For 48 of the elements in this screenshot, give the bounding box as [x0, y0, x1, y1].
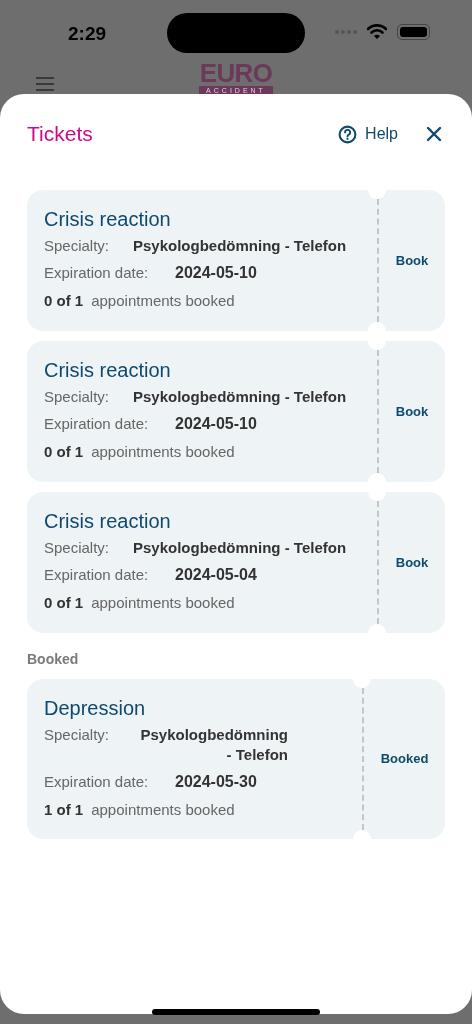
field-value: 2024-05-10: [175, 263, 257, 283]
battery-icon: [397, 24, 430, 40]
field-label: Expiration date:: [44, 263, 150, 283]
field-value: Psykologbedömning - Telefon: [133, 236, 347, 256]
ticket-title: Crisis reaction: [44, 358, 172, 383]
field-value: 2024-05-30: [175, 772, 257, 792]
booked-status: Booked: [380, 750, 429, 769]
field-value: 2024-05-10: [175, 414, 257, 434]
booked-count: 0 of 1: [44, 291, 84, 311]
close-button[interactable]: [426, 126, 442, 142]
booked-count: 0 of 1: [44, 593, 84, 613]
ticket-title: Crisis reaction: [44, 509, 172, 534]
status-time: 2:29: [68, 22, 107, 46]
field-label: Specialty:: [44, 387, 111, 407]
help-button[interactable]: Help: [338, 122, 398, 146]
card-notch: [353, 830, 371, 839]
book-button[interactable]: Book: [395, 401, 429, 422]
field-value: Psykologbedömning - Telefon: [133, 538, 347, 558]
field-label: appointments booked: [91, 800, 235, 820]
field-label: Expiration date:: [44, 565, 150, 585]
card-notch: [368, 190, 386, 199]
field-label: appointments booked: [91, 291, 235, 311]
field-label: Expiration date:: [44, 414, 150, 434]
help-icon: [338, 124, 358, 144]
field-label: Specialty:: [44, 725, 111, 745]
section-heading: Booked: [27, 650, 80, 669]
field-label: appointments booked: [91, 593, 235, 613]
field-label: Specialty:: [44, 236, 111, 256]
booked-count: 1 of 1: [44, 800, 84, 820]
card-notch: [368, 341, 386, 350]
ticket-title: Crisis reaction: [44, 207, 172, 232]
field-value: 2024-05-04: [175, 565, 257, 585]
card-notch: [368, 624, 386, 633]
sheet-title: Tickets: [27, 121, 94, 148]
wifi-icon: [367, 24, 387, 39]
booked-count: 0 of 1: [44, 442, 84, 462]
book-button[interactable]: Book: [395, 250, 429, 271]
card-notch: [368, 322, 386, 331]
field-value: Psykologbedömning - Telefon: [133, 387, 347, 407]
card-notch: [368, 492, 386, 501]
card-notch: [368, 473, 386, 482]
card-notch: [353, 679, 371, 688]
field-value: Psykologbedömning - Telefon: [139, 725, 288, 765]
field-label: appointments booked: [91, 442, 235, 462]
field-label: Specialty:: [44, 538, 111, 558]
book-button[interactable]: Book: [395, 552, 429, 573]
ticket-title: Depression: [44, 696, 147, 721]
field-label: Expiration date:: [44, 772, 150, 792]
